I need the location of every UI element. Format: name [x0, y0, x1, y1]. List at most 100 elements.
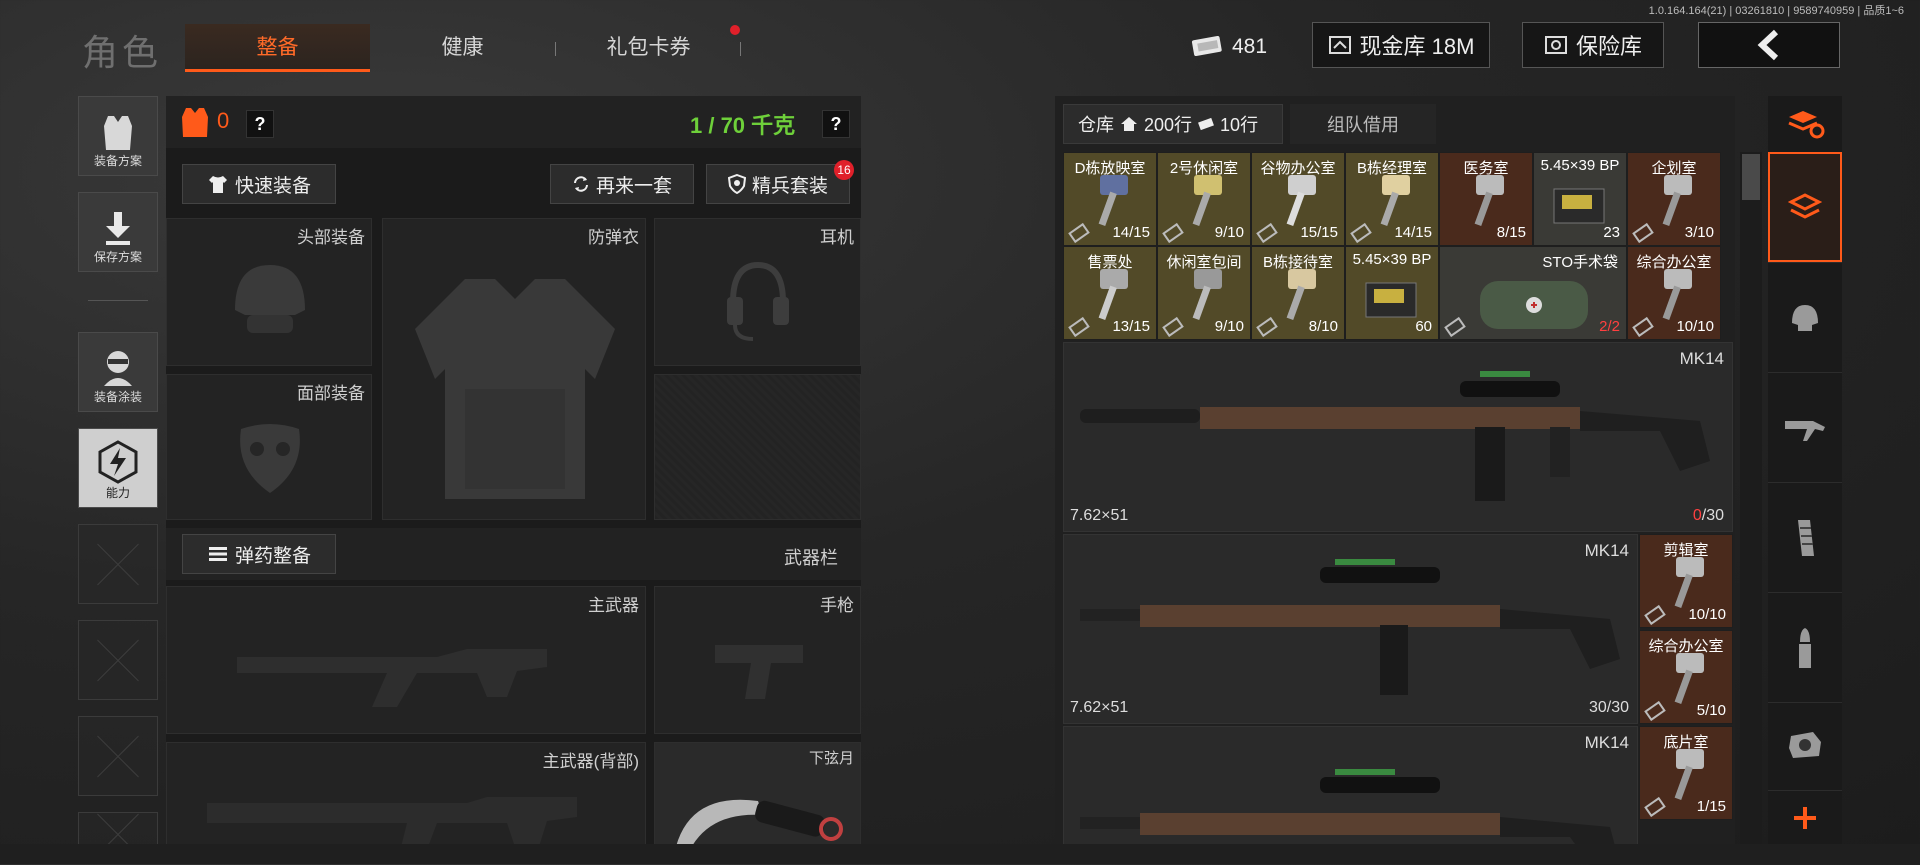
category-all[interactable]	[1768, 152, 1842, 262]
gun-ammo-current: 0	[1692, 507, 1702, 524]
key-item[interactable]: 休闲室包间 9/10	[1157, 246, 1251, 340]
face-slot[interactable]: 面部装备	[166, 374, 372, 520]
weight-help-icon[interactable]: ?	[822, 110, 850, 138]
sidebar-label: 保存方案	[93, 250, 142, 264]
category-ammo[interactable]	[1768, 592, 1842, 702]
safe-icon	[1544, 36, 1567, 54]
ticket-icon	[1198, 117, 1214, 131]
face-slot-label: 面部装备	[297, 384, 365, 403]
tab-divider	[740, 42, 741, 56]
item-count: 13/15	[1112, 318, 1150, 335]
elite-set-button[interactable]: 精兵套装	[706, 164, 850, 204]
quick-equip-label: 快速装备	[234, 175, 311, 197]
gun-item[interactable]: MK14 7.62×51 0/30	[1063, 342, 1733, 532]
sidebar-save-plan[interactable]: 保存方案	[78, 192, 158, 272]
key-item[interactable]: 企划室 3/10	[1627, 152, 1721, 246]
currency-display: 481	[1190, 30, 1267, 64]
lock-icon	[1162, 222, 1184, 244]
ammo-equip-label: 弹药整备	[234, 545, 311, 567]
rows-b: 10行	[1220, 115, 1259, 135]
refresh-icon	[573, 176, 588, 192]
rows-a: 200行	[1144, 115, 1193, 135]
shirt-icon	[208, 176, 227, 193]
ammo-box-item[interactable]: 5.45×39 BP 60	[1345, 246, 1439, 340]
category-magazines[interactable]	[1768, 482, 1842, 592]
team-borrow-tab[interactable]: 组队借用	[1290, 104, 1436, 144]
sidebar-skin[interactable]: 装备涂装	[78, 332, 158, 412]
armor-count: 0	[217, 108, 230, 133]
key-icon	[1674, 749, 1704, 800]
lock-icon	[1632, 222, 1654, 244]
category-guns[interactable]	[1768, 372, 1842, 482]
pistol-slot-label: 手枪	[820, 596, 854, 615]
tab-gift[interactable]: 礼包卡券	[556, 24, 741, 72]
key-item[interactable]: D栋放映室 14/15	[1063, 152, 1157, 246]
lock-icon	[1632, 316, 1654, 338]
sidebar-label: 装备方案	[93, 154, 142, 168]
cash-vault-button[interactable]: 现金库 18M	[1312, 22, 1490, 68]
warehouse-scrollbar[interactable]	[1740, 152, 1762, 852]
head-slot[interactable]: 头部装备	[166, 218, 372, 366]
face-mask-icon	[240, 424, 300, 493]
key-item[interactable]: B栋接待室 8/10	[1251, 246, 1345, 340]
item-count: 14/15	[1112, 224, 1150, 241]
home-icon	[1121, 117, 1137, 131]
primary-back-label: 主武器(背部)	[542, 752, 639, 771]
gun-ammo: 30/30	[1588, 699, 1629, 716]
back-button[interactable]	[1698, 22, 1840, 68]
gun-item[interactable]: MK14 7.62×51 30/30	[1063, 534, 1638, 724]
key-item[interactable]: 2号休闲室 9/10	[1157, 152, 1251, 246]
category-gear[interactable]	[1768, 262, 1842, 372]
gun-caliber: 7.62×51	[1070, 507, 1129, 524]
ear-slot-label: 耳机	[820, 228, 854, 247]
sidebar-ability[interactable]: 能力	[78, 428, 158, 508]
shield-icon	[727, 174, 746, 194]
sto-bag-item[interactable]: STO手术袋 2/2	[1439, 246, 1627, 340]
page-title: 角色	[82, 32, 163, 73]
headset-icon	[727, 261, 789, 341]
item-count: 9/10	[1214, 224, 1244, 241]
safe-button[interactable]: 保险库	[1522, 22, 1664, 68]
key-item[interactable]: 底片室 1/15	[1639, 726, 1733, 820]
rifle-icon	[1080, 559, 1620, 695]
key-icon	[1286, 269, 1316, 320]
sort-button[interactable]	[1768, 96, 1842, 150]
warehouse-tab[interactable]: 仓库 200行 10行	[1063, 104, 1283, 144]
category-sights[interactable]	[1768, 702, 1842, 788]
key-item[interactable]: 综合办公室 10/10	[1627, 246, 1721, 340]
primary-weapon-slot[interactable]: 主武器	[166, 586, 646, 734]
empty-gear-slot	[654, 374, 861, 520]
item-count: 3/10	[1684, 224, 1714, 241]
help-icon[interactable]: ?	[246, 110, 274, 138]
again-button[interactable]: 再来一套	[550, 164, 694, 204]
ear-slot[interactable]: 耳机	[654, 218, 861, 366]
lock-icon	[1350, 222, 1372, 244]
tab-health[interactable]: 健康	[370, 24, 555, 72]
sidebar-loadout-plan[interactable]: 装备方案	[78, 96, 158, 176]
pistol-slot[interactable]: 手枪	[654, 586, 861, 734]
key-item[interactable]: 剪辑室 10/10	[1639, 534, 1733, 628]
armor-slot[interactable]: 防弹衣	[382, 218, 646, 520]
add-category-button[interactable]	[1768, 790, 1842, 844]
gun-ammo-max: /30	[1701, 507, 1724, 524]
key-item[interactable]: 谷物办公室 15/15	[1251, 152, 1345, 246]
key-item[interactable]: 医务室 8/15	[1439, 152, 1533, 246]
ammo-box-item[interactable]: 5.45×39 BP 23	[1533, 152, 1627, 246]
gun-caliber: 7.62×51	[1070, 699, 1129, 716]
helmet-icon	[235, 265, 305, 333]
pistol-silhouette-icon	[715, 645, 803, 699]
medical-bag-icon	[1480, 281, 1588, 329]
scrollbar-thumb[interactable]	[1742, 154, 1760, 200]
quick-equip-button[interactable]: 快速装备	[182, 164, 336, 204]
ammo-equip-button[interactable]: 弹药整备	[182, 534, 336, 574]
item-count: 5/10	[1696, 702, 1726, 719]
key-item[interactable]: B栋经理室 14/15	[1345, 152, 1439, 246]
tab-equip[interactable]: 整备	[185, 24, 370, 72]
key-item[interactable]: 综合办公室 5/10	[1639, 630, 1733, 724]
item-count: 15/15	[1300, 224, 1338, 241]
item-name: 5.45×39 BP	[1352, 251, 1432, 268]
lightning-hex-icon	[98, 440, 138, 484]
key-item[interactable]: 售票处 13/15	[1063, 246, 1157, 340]
item-count: 2/2	[1599, 318, 1620, 335]
primary-weapon-label: 主武器	[588, 596, 639, 615]
